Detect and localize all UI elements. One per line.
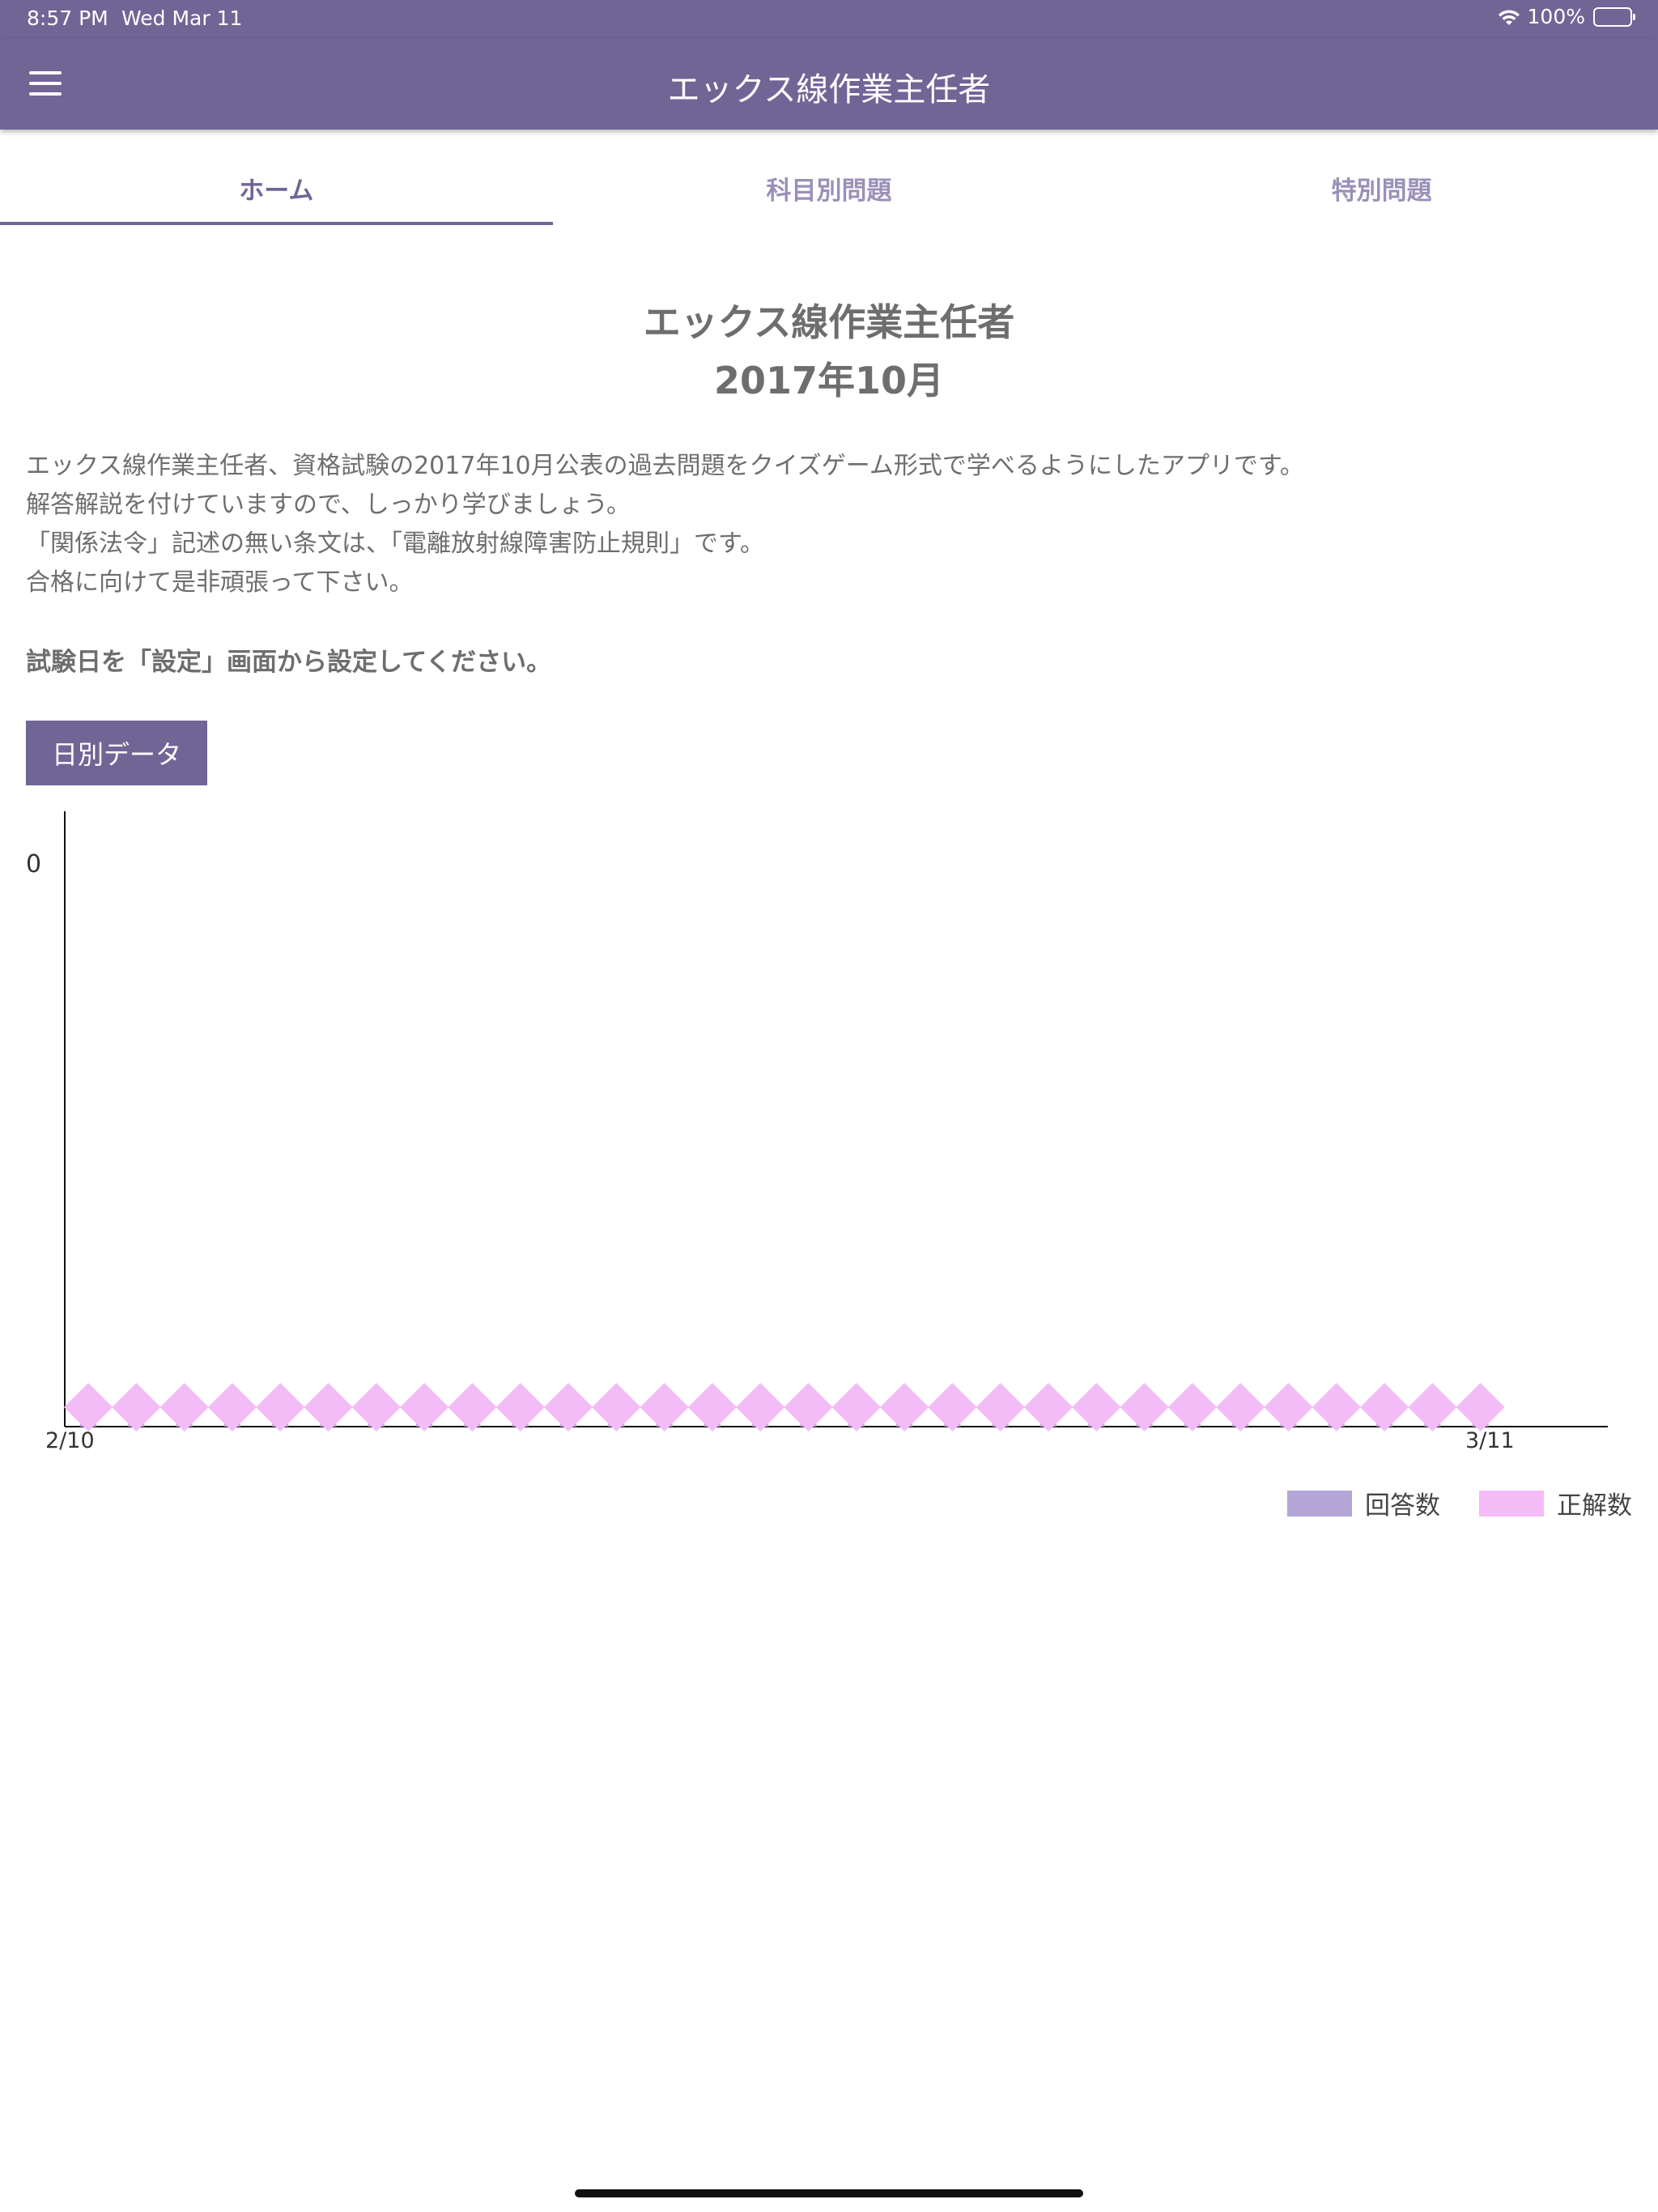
x-tick-end: 3/11	[1465, 1428, 1515, 1453]
description: エックス線作業主任者、資格試験の2017年10月公表の過去問題をクイズゲーム形式…	[26, 447, 1304, 602]
point-correct	[736, 1383, 785, 1431]
point-correct	[448, 1383, 497, 1431]
point-correct	[351, 1383, 401, 1431]
point-correct	[928, 1383, 977, 1431]
wifi-icon	[1498, 9, 1520, 25]
point-correct	[1264, 1383, 1313, 1431]
home-indicator	[575, 2189, 1083, 2197]
point-correct	[1072, 1383, 1121, 1431]
chart-legend: 回答数 正解数	[1248, 1485, 1632, 1521]
status-bar: 8:57 PM Wed Mar 11 100%	[0, 0, 1658, 39]
page-title: エックス線作業主任者 2017年10月	[0, 293, 1658, 410]
point-correct	[1408, 1383, 1457, 1431]
status-date: Wed Mar 11	[121, 6, 243, 30]
point-correct	[1456, 1383, 1505, 1431]
point-correct	[64, 1383, 113, 1431]
tab-bar: ホーム 科目別問題 特別問題	[0, 130, 1658, 225]
point-correct	[784, 1383, 833, 1431]
point-correct	[687, 1383, 737, 1431]
x-tick-start: 2/10	[45, 1428, 95, 1453]
point-correct	[304, 1383, 353, 1431]
point-correct	[1120, 1383, 1169, 1431]
tab-subject-questions[interactable]: 科目別問題	[553, 130, 1106, 225]
legend-item-correct: 正解数	[1479, 1485, 1632, 1521]
point-correct	[1167, 1383, 1217, 1431]
app-bar: エックス線作業主任者	[0, 39, 1658, 130]
point-correct	[544, 1383, 593, 1431]
point-correct	[495, 1383, 545, 1431]
description-line: エックス線作業主任者、資格試験の2017年10月公表の過去問題をクイズゲーム形式…	[26, 452, 1304, 480]
point-correct	[207, 1383, 257, 1431]
daily-data-button[interactable]: 日別データ	[26, 721, 207, 785]
point-correct	[1216, 1383, 1265, 1431]
status-time: 8:57 PM	[27, 6, 108, 30]
point-correct	[1024, 1383, 1073, 1431]
description-line: 合格に向けて是非頑張って下さい。	[26, 568, 414, 597]
description-line: 解答解説を付けていますので、しっかり学びましょう。	[26, 491, 631, 519]
tab-special-questions[interactable]: 特別問題	[1105, 130, 1658, 225]
page-title-line1: エックス線作業主任者	[643, 300, 1015, 344]
exam-date-notice: 試験日を「設定」画面から設定してください。	[26, 648, 552, 677]
battery-icon	[1593, 6, 1635, 27]
status-right: 100%	[1497, 5, 1635, 28]
point-correct	[831, 1383, 881, 1431]
app-title: エックス線作業主任者	[667, 71, 991, 108]
point-correct	[1312, 1383, 1361, 1431]
point-correct	[640, 1383, 689, 1431]
tab-home[interactable]: ホーム	[0, 130, 553, 225]
description-line: 「関係法令」記述の無い条文は、「電離放射線障害防止規則」です。	[26, 530, 764, 558]
point-correct	[159, 1383, 209, 1431]
legend-swatch-correct	[1479, 1490, 1544, 1516]
point-correct	[592, 1383, 641, 1431]
point-correct	[256, 1383, 305, 1431]
point-correct	[880, 1383, 929, 1431]
legend-label-correct: 正解数	[1557, 1491, 1632, 1521]
page-title-line2: 2017年10月	[713, 359, 945, 402]
point-correct	[112, 1383, 161, 1431]
point-correct	[400, 1383, 449, 1431]
legend-label-answers: 回答数	[1365, 1491, 1440, 1521]
legend-swatch-answers	[1287, 1490, 1352, 1516]
battery-percent: 100%	[1527, 5, 1585, 28]
point-correct	[1360, 1383, 1409, 1431]
legend-item-answers: 回答数	[1287, 1485, 1440, 1521]
point-correct	[976, 1383, 1025, 1431]
daily-chart: 2/10 3/11	[45, 811, 1608, 1453]
